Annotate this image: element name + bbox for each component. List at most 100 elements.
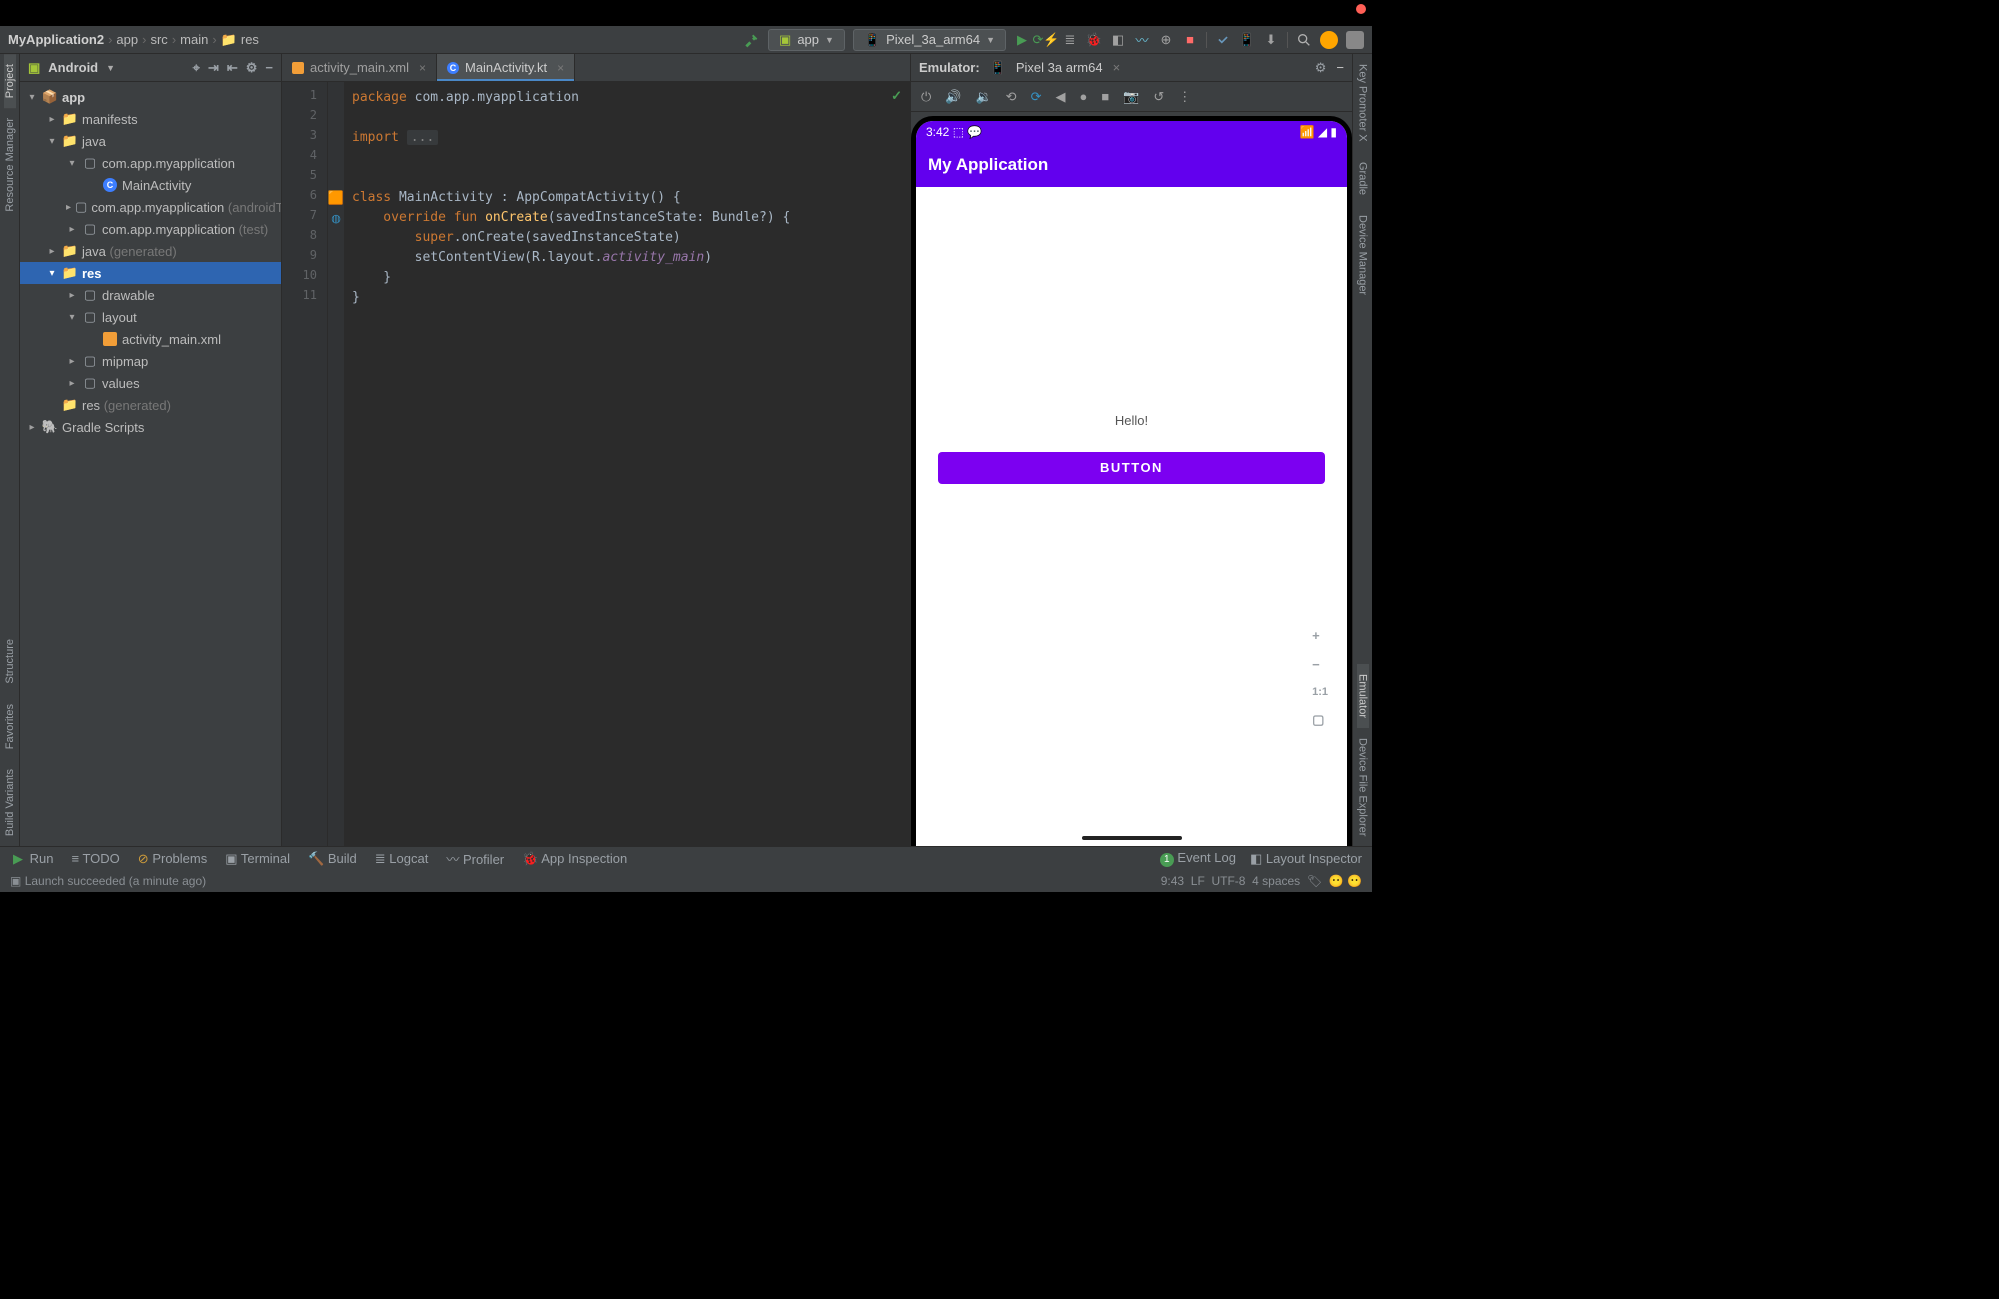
line-gutter: 1 2 3 4 5 6 7 8 9 10 11 <box>282 82 328 846</box>
snapshot-icon[interactable]: ↺ <box>1153 89 1164 105</box>
zoom-out-icon[interactable]: − <box>1312 657 1328 672</box>
expand-all-icon[interactable]: ⇥ <box>208 60 219 76</box>
status-progress-icon: ▣ <box>10 874 21 888</box>
stop-icon[interactable]: ■ <box>1182 32 1198 47</box>
sidebar-emulator[interactable]: Emulator <box>1357 664 1369 728</box>
breadcrumb-main[interactable]: main <box>180 32 208 47</box>
app-inspection-toolwindow[interactable]: 🐞 App Inspection <box>522 851 627 867</box>
tree-activity-main-xml[interactable]: activity_main.xml <box>20 328 281 350</box>
tree-res[interactable]: ▾📁res <box>20 262 281 284</box>
account-avatar[interactable] <box>1320 31 1338 49</box>
device-combo[interactable]: 📱 Pixel_3a_arm64 ▼ <box>853 29 1006 51</box>
sidebar-gradle[interactable]: Gradle <box>1357 152 1369 205</box>
traffic-close[interactable] <box>1356 4 1366 14</box>
back-icon[interactable]: ◀ <box>1055 89 1065 105</box>
collapse-all-icon[interactable]: ⇤ <box>227 60 238 76</box>
status-line-ending[interactable]: LF <box>1191 874 1205 888</box>
sidebar-project[interactable]: Project <box>4 54 16 108</box>
tree-mainactivity[interactable]: CMainActivity <box>20 174 281 196</box>
project-tree[interactable]: ▾📦app ▸📁manifests ▾📁java ▾▢com.app.myapp… <box>20 82 281 846</box>
event-log-toolwindow[interactable]: 1 Event Log <box>1160 850 1236 867</box>
power-icon[interactable]: ⏻ <box>921 89 931 105</box>
run-toolwindow[interactable]: ▶ Run <box>10 851 53 867</box>
screenshot-icon[interactable]: 📷 <box>1123 89 1139 105</box>
breadcrumb-src[interactable]: src <box>150 32 167 47</box>
tree-app[interactable]: ▾📦app <box>20 86 281 108</box>
debug-icon[interactable]: 🐞 <box>1086 32 1102 48</box>
run-icon[interactable]: ▶ <box>1014 32 1030 48</box>
attach-debugger-icon[interactable]: ⊕ <box>1158 32 1174 48</box>
profiler-toolwindow[interactable]: 〰 Profiler <box>446 849 504 868</box>
volume-up-icon[interactable]: 🔊 <box>945 89 961 105</box>
sidebar-device-manager[interactable]: Device Manager <box>1357 205 1369 305</box>
device-screen[interactable]: 3:42 ⬚ 💬 📶 ◢ ▮ My Application Hello! BUT… <box>916 121 1347 846</box>
tree-drawable[interactable]: ▸▢drawable <box>20 284 281 306</box>
app-button[interactable]: BUTTON <box>938 452 1326 484</box>
sidebar-key-promoter[interactable]: Key Promoter X <box>1357 54 1369 152</box>
tree-layout[interactable]: ▾▢layout <box>20 306 281 328</box>
minimize-icon[interactable]: − <box>265 60 273 76</box>
profile-icon[interactable]: 〰 <box>1134 30 1150 49</box>
rotate-right-icon[interactable]: ⟳ <box>1031 89 1042 105</box>
code-editor[interactable]: ✓ 1 2 3 4 5 6 7 8 9 10 11 🟧 ◍ pack <box>282 82 910 846</box>
assist-icon[interactable] <box>1346 31 1364 49</box>
apply-changes-icon[interactable]: ⟳⚡ <box>1038 32 1054 48</box>
device-nav-bar[interactable] <box>916 830 1347 846</box>
logcat-toolwindow[interactable]: ≣ Logcat <box>375 851 429 867</box>
volume-down-icon[interactable]: 🔉 <box>975 89 991 105</box>
sidebar-resource-manager[interactable]: Resource Manager <box>4 108 16 222</box>
sidebar-favorites[interactable]: Favorites <box>4 694 16 759</box>
home-icon[interactable]: ● <box>1079 89 1087 104</box>
close-icon[interactable]: × <box>419 61 426 75</box>
git-branch-icon[interactable]: 🏷 <box>1307 874 1322 888</box>
hammer-icon[interactable] <box>744 32 760 48</box>
zoom-1to1-icon[interactable]: 1:1 <box>1312 686 1328 698</box>
emulator-device-name[interactable]: Pixel 3a arm64 <box>1016 60 1103 75</box>
sdk-manager-icon[interactable]: ⬇ <box>1263 32 1279 48</box>
breadcrumb-project[interactable]: MyApplication2 <box>8 32 104 47</box>
more-icon[interactable]: ⋮ <box>1178 89 1191 105</box>
zoom-fit-icon[interactable]: ▢ <box>1312 712 1328 728</box>
layout-inspector-toolwindow[interactable]: ◧ Layout Inspector <box>1250 851 1362 867</box>
tab-activity-main-xml[interactable]: activity_main.xml × <box>282 54 437 81</box>
commit-icon[interactable] <box>1215 33 1231 47</box>
breadcrumb-module[interactable]: app <box>116 32 138 47</box>
sidebar-device-file-explorer[interactable]: Device File Explorer <box>1357 728 1369 846</box>
tree-gradle-scripts[interactable]: ▸🐘Gradle Scripts <box>20 416 281 438</box>
todo-toolwindow[interactable]: ≡ TODO <box>71 851 119 866</box>
overview-icon[interactable]: ■ <box>1101 89 1109 104</box>
tree-java-gen[interactable]: ▸📁java (generated) <box>20 240 281 262</box>
status-encoding[interactable]: UTF-8 <box>1211 874 1245 888</box>
sidebar-build-variants[interactable]: Build Variants <box>4 759 16 846</box>
status-indent[interactable]: 4 spaces <box>1252 874 1300 888</box>
device-manager-icon[interactable]: 📱 <box>1239 32 1255 48</box>
close-icon[interactable]: × <box>557 61 564 75</box>
code-body[interactable]: package com.app.myapplication import ...… <box>344 82 910 846</box>
target-icon[interactable]: ⌖ <box>193 60 200 76</box>
apply-code-icon[interactable]: ≣ <box>1062 32 1078 48</box>
tree-mipmap[interactable]: ▸▢mipmap <box>20 350 281 372</box>
tree-pkg-androidtest[interactable]: ▸▢com.app.myapplication (androidTest) <box>20 196 281 218</box>
breadcrumb-res[interactable]: res <box>241 32 259 47</box>
settings-icon[interactable]: ⚙ <box>246 60 258 76</box>
tree-res-gen[interactable]: 📁res (generated) <box>20 394 281 416</box>
tab-main-activity-kt[interactable]: C MainActivity.kt × <box>437 54 575 81</box>
terminal-toolwindow[interactable]: ▣ Terminal <box>225 851 290 867</box>
problems-toolwindow[interactable]: ⊘ Problems <box>138 851 207 867</box>
tree-pkg-test[interactable]: ▸▢com.app.myapplication (test) <box>20 218 281 240</box>
tree-pkg[interactable]: ▾▢com.app.myapplication <box>20 152 281 174</box>
sidebar-structure[interactable]: Structure <box>4 629 16 694</box>
close-emulator-tab-icon[interactable]: × <box>1113 60 1121 75</box>
tree-values[interactable]: ▸▢values <box>20 372 281 394</box>
minimize-icon[interactable]: − <box>1336 60 1344 75</box>
run-config-combo[interactable]: ▣ app ▼ <box>768 29 845 51</box>
rotate-left-icon[interactable]: ⟲ <box>1006 89 1017 105</box>
coverage-icon[interactable]: ◧ <box>1110 32 1126 48</box>
build-toolwindow[interactable]: 🔨 Build <box>308 851 357 867</box>
tree-manifests[interactable]: ▸📁manifests <box>20 108 281 130</box>
gear-icon[interactable]: ⚙ <box>1315 60 1327 76</box>
project-view-title[interactable]: Android <box>48 60 98 75</box>
tree-java[interactable]: ▾📁java <box>20 130 281 152</box>
zoom-in-icon[interactable]: + <box>1312 628 1328 643</box>
search-icon[interactable] <box>1296 32 1312 48</box>
